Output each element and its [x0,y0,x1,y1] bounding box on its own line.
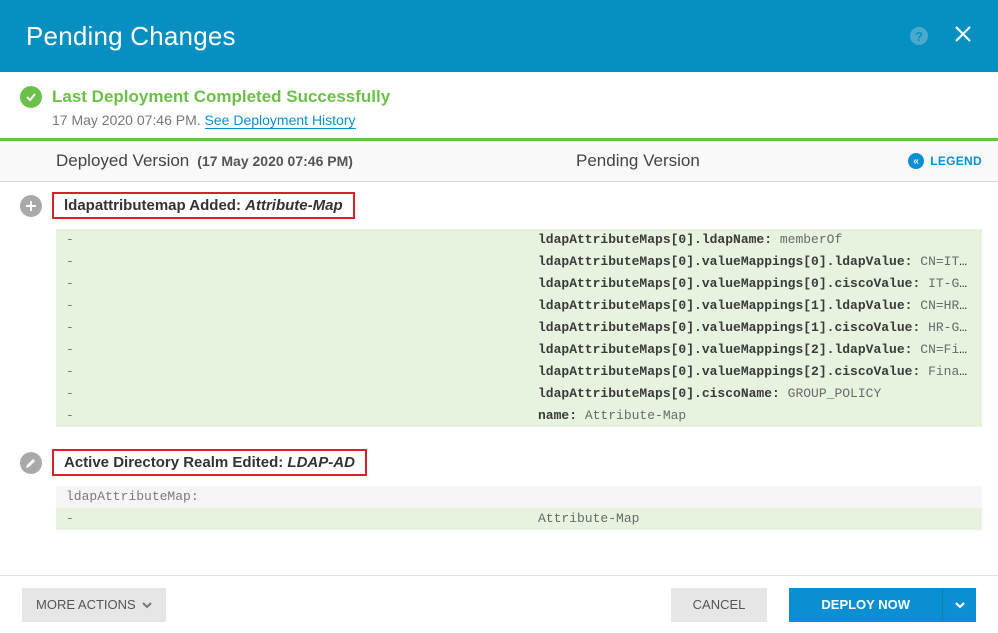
deployed-version-timestamp: (17 May 2020 07:46 PM) [197,153,353,169]
title-bar: Pending Changes ? [0,0,998,72]
legend-icon: « [908,153,924,169]
diff-row: -ldapAttributeMaps[0].valueMappings[0].c… [56,273,982,295]
diff-row: -ldapAttributeMaps[0].ciscoName: GROUP_P… [56,383,982,405]
diff-right-value: memberOf [772,232,842,247]
change-title-object: Attribute-Map [245,197,343,214]
diff-left-cell: - [56,339,530,361]
diff-right-key: ldapAttributeMaps[0].valueMappings[2].ld… [538,342,912,357]
change-block: Active Directory Realm Edited: LDAP-AD ld… [0,447,998,530]
deploy-now-dropdown[interactable] [942,588,976,622]
added-icon [20,195,42,217]
change-title-prefix: Active Directory Realm Edited: [64,454,283,471]
diff-right-cell: ldapAttributeMaps[0].valueMappings[2].ci… [530,361,982,383]
diff-right-key: ldapAttributeMaps[0].valueMappings[1].ld… [538,298,912,313]
diff-right-key: ldapAttributeMaps[0].valueMappings[0].ci… [538,276,920,291]
diff-right-cell [530,486,982,508]
diff-row: -ldapAttributeMaps[0].valueMappings[1].l… [56,295,982,317]
diff-right-cell: ldapAttributeMaps[0].valueMappings[1].ld… [530,295,982,317]
diff-right-value: CN=HR-Gr… [912,298,982,313]
diff-right-key: ldapAttributeMaps[0].ldapName: [538,232,772,247]
diff-row: -ldapAttributeMaps[0].valueMappings[0].l… [56,251,982,273]
diff-left-cell: - [56,317,530,339]
diff-row: ldapAttributeMap: [56,486,982,508]
diff-right-value: Attribute-Map [577,408,686,423]
legend-button[interactable]: « LEGEND [908,153,982,169]
diff-left-cell: - [56,508,530,530]
diff-left-cell: - [56,405,530,427]
more-actions-label: MORE ACTIONS [36,597,136,612]
diff-right-cell: name: Attribute-Map [530,405,982,427]
status-timestamp: 17 May 2020 07:46 PM. [52,112,201,128]
change-title: Active Directory Realm Edited: LDAP-AD [52,449,367,476]
more-actions-button[interactable]: MORE ACTIONS [22,588,166,622]
diff-right-cell: ldapAttributeMaps[0].valueMappings[1].ci… [530,317,982,339]
diff-right-cell: ldapAttributeMaps[0].valueMappings[0].ci… [530,273,982,295]
edited-icon [20,452,42,474]
diff-right-value: Attribute-Map [538,511,639,526]
dialog-title: Pending Changes [26,21,236,52]
close-icon[interactable] [954,25,972,48]
diff-right-cell: ldapAttributeMaps[0].ciscoName: GROUP_PO… [530,383,982,405]
diff-right-value: GROUP_POLICY [780,386,881,401]
diff-row: -name: Attribute-Map [56,405,982,427]
diff-row: - Attribute-Map [56,508,982,530]
diff-right-value: CN=Finan… [912,342,982,357]
diff-right-value: CN=IT-Gr… [912,254,982,269]
change-title: ldapattributemap Added: Attribute-Map [52,192,355,219]
diff-right-cell: ldapAttributeMaps[0].valueMappings[0].ld… [530,251,982,273]
diff-left-cell: - [56,295,530,317]
footer-bar: MORE ACTIONS CANCEL DEPLOY NOW [0,575,998,633]
diff-left-cell: - [56,273,530,295]
diff-right-key: name: [538,408,577,423]
help-icon[interactable]: ? [910,27,928,45]
diff-left-cell: - [56,361,530,383]
diff-right-key: ldapAttributeMaps[0].valueMappings[2].ci… [538,364,920,379]
deployment-history-link[interactable]: See Deployment History [205,112,356,129]
diff-table: ldapAttributeMap: - Attribute-Map [56,486,982,530]
diff-right-cell: ldapAttributeMaps[0].valueMappings[2].ld… [530,339,982,361]
diff-right-cell: ldapAttributeMaps[0].ldapName: memberOf [530,229,982,251]
diff-left-cell: - [56,251,530,273]
diff-right-cell: Attribute-Map [530,508,982,530]
cancel-button[interactable]: CANCEL [671,588,768,622]
change-title-prefix: ldapattributemap Added: [64,197,241,214]
diff-row: -ldapAttributeMaps[0].valueMappings[2].l… [56,339,982,361]
pending-version-label: Pending Version [576,151,700,171]
diff-table: -ldapAttributeMaps[0].ldapName: memberOf… [56,229,982,427]
diff-row: -ldapAttributeMaps[0].valueMappings[2].c… [56,361,982,383]
diff-right-key: ldapAttributeMaps[0].valueMappings[1].ci… [538,320,920,335]
columns-header: Deployed Version (17 May 2020 07:46 PM) … [0,141,998,182]
deployed-version-label: Deployed Version [56,151,189,171]
diff-right-value: IT-Grou… [920,276,982,291]
diff-row: -ldapAttributeMaps[0].ldapName: memberOf [56,229,982,251]
change-block: ldapattributemap Added: Attribute-Map-ld… [0,190,998,427]
diff-right-key: ldapAttributeMaps[0].ciscoName: [538,386,780,401]
chevron-down-icon [955,600,965,610]
deployment-status: Last Deployment Completed Successfully 1… [0,72,998,141]
diff-right-value: Finance… [920,364,982,379]
status-heading: Last Deployment Completed Successfully [52,87,390,107]
diff-left-cell: - [56,229,530,251]
change-title-object: LDAP-AD [287,454,355,471]
diff-right-value: HR-Grou… [920,320,982,335]
change-header: Active Directory Realm Edited: LDAP-AD [0,447,998,482]
changes-scroll-area[interactable]: ldapattributemap Added: Attribute-Map-ld… [0,182,998,584]
diff-right-key: ldapAttributeMaps[0].valueMappings[0].ld… [538,254,912,269]
diff-left-cell: ldapAttributeMap: [56,486,530,508]
diff-left-cell: - [56,383,530,405]
legend-label: LEGEND [930,154,982,168]
deploy-now-button[interactable]: DEPLOY NOW [789,588,942,622]
change-header: ldapattributemap Added: Attribute-Map [0,190,998,225]
diff-row: -ldapAttributeMaps[0].valueMappings[1].c… [56,317,982,339]
success-check-icon [20,86,42,108]
chevron-down-icon [142,600,152,610]
